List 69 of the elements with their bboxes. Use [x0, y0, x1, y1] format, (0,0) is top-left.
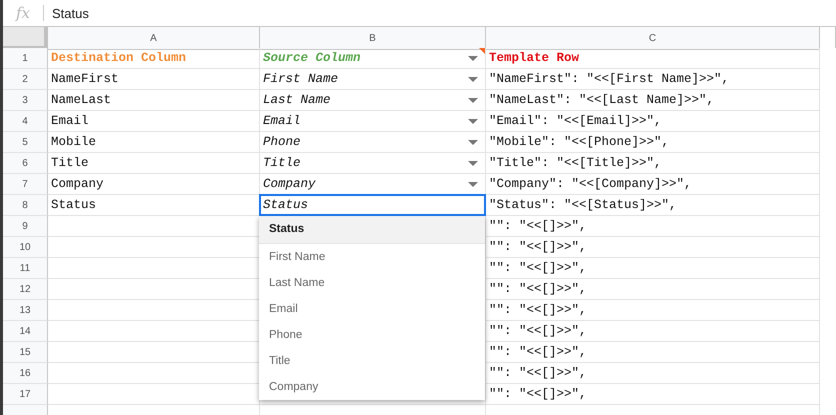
table-cell: Last Name — [263, 93, 331, 107]
table-cell: Template Row — [489, 51, 580, 65]
row-header[interactable]: 10 — [3, 237, 48, 258]
table-cell: Status — [51, 198, 96, 212]
menu-item[interactable]: Email — [259, 296, 485, 322]
table-cell: "": "<<[]>>", — [489, 387, 587, 401]
row-header[interactable]: 12 — [3, 279, 48, 300]
dropdown-arrow-icon[interactable] — [468, 77, 478, 82]
table-cell: NameFirst — [51, 72, 119, 86]
row-header[interactable]: 16 — [3, 363, 48, 384]
row-header[interactable]: 2 — [3, 69, 48, 90]
dropdown-arrow-icon[interactable] — [468, 56, 478, 61]
row-header[interactable]: 5 — [3, 132, 48, 153]
table-cell: "": "<<[]>>", — [489, 345, 587, 359]
table-cell: "": "<<[]>>", — [489, 366, 587, 380]
table-cell: "Company": "<<[Company]>>", — [489, 177, 692, 191]
table-cell: Email — [51, 114, 89, 128]
row-header[interactable]: 3 — [3, 90, 48, 111]
table-cell: "NameLast": "<<[Last Name]>>", — [489, 93, 714, 107]
table-cell: "": "<<[]>>", — [489, 303, 587, 317]
table-cell: Destination Column — [51, 51, 186, 65]
note-marker-icon[interactable] — [479, 48, 485, 54]
row-header[interactable]: 6 — [3, 153, 48, 174]
dropdown-arrow-icon[interactable] — [468, 119, 478, 124]
row-header[interactable]: 11 — [3, 258, 48, 279]
table-cell: "Mobile": "<<[Phone]>>", — [489, 135, 670, 149]
row-header[interactable]: 7 — [3, 174, 48, 195]
table-cell: "": "<<[]>>", — [489, 324, 587, 338]
table-cell: NameLast — [51, 93, 112, 107]
column-header[interactable]: C — [486, 27, 820, 50]
row-header[interactable]: 15 — [3, 342, 48, 363]
menu-item[interactable]: Last Name — [259, 270, 485, 296]
row-header[interactable]: 8 — [3, 195, 48, 216]
row-header[interactable]: 9 — [3, 216, 48, 237]
dropdown-arrow-icon[interactable] — [468, 98, 478, 103]
menu-item[interactable]: Status — [259, 216, 485, 244]
row-header[interactable]: 14 — [3, 321, 48, 342]
table-cell: "": "<<[]>>", — [489, 219, 587, 233]
table-cell: Source Column — [263, 51, 361, 65]
menu-item[interactable]: Title — [259, 348, 485, 374]
table-cell: Mobile — [51, 135, 96, 149]
menu-item[interactable]: First Name — [259, 244, 485, 270]
formula-icon: fx — [3, 4, 43, 22]
menu-item[interactable]: Company — [259, 374, 485, 400]
table-cell: "NameFirst": "<<[First Name]>>", — [489, 72, 730, 86]
dropdown-arrow-icon[interactable] — [468, 161, 478, 166]
table-cell: "Email": "<<[Email]>>", — [489, 114, 662, 128]
table-cell: "Status": "<<[Status]>>", — [489, 198, 677, 212]
table-cell: Email — [263, 114, 301, 128]
table-cell: "": "<<[]>>", — [489, 261, 587, 275]
table-cell: "Title": "<<[Title]>>", — [489, 156, 662, 170]
dropdown-arrow-icon[interactable] — [468, 182, 478, 187]
row-header[interactable]: 13 — [3, 300, 48, 321]
table-cell: Phone — [263, 135, 301, 149]
menu-item[interactable]: Phone — [259, 322, 485, 348]
column-header[interactable]: A — [48, 27, 260, 50]
table-cell: First Name — [263, 72, 338, 86]
row-header[interactable]: 17 — [3, 384, 48, 405]
row-header[interactable]: 4 — [3, 111, 48, 132]
cell-editor[interactable]: Status — [259, 194, 486, 216]
table-cell: Title — [263, 156, 301, 170]
row-header[interactable]: 1 — [3, 48, 48, 69]
table-cell: Company — [263, 177, 316, 191]
dropdown-arrow-icon[interactable] — [468, 140, 478, 145]
table-cell: Title — [51, 156, 89, 170]
table-cell: "": "<<[]>>", — [489, 240, 587, 254]
table-cell: "": "<<[]>>", — [489, 282, 587, 296]
column-header[interactable]: B — [260, 27, 486, 50]
table-cell: Company — [51, 177, 104, 191]
